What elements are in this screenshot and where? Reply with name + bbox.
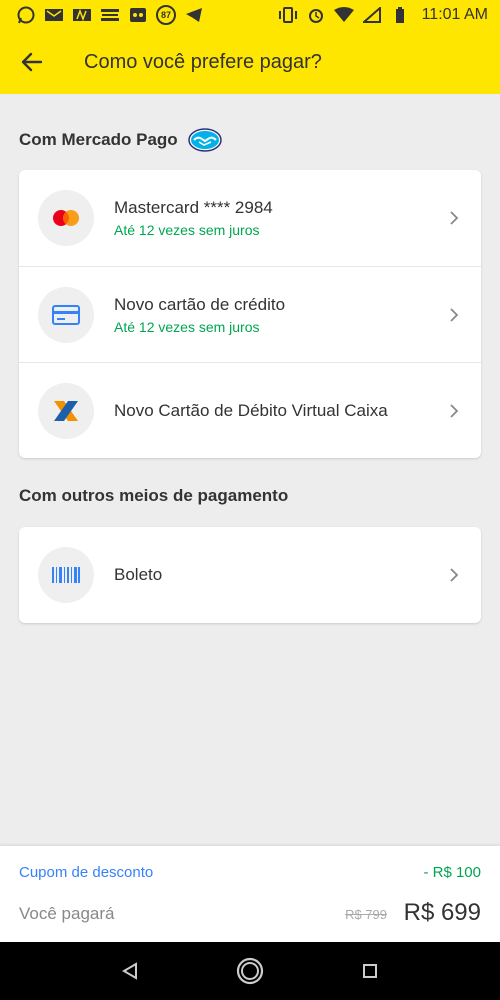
status-bar: 87 11:01 AM: [0, 0, 500, 30]
status-system: 11:01 AM: [278, 6, 488, 24]
option-title: Boleto: [114, 565, 163, 584]
payment-option-new-credit-card[interactable]: Novo cartão de crédito Até 12 vezes sem …: [19, 266, 481, 362]
option-subtitle: Até 12 vezes sem juros: [114, 222, 260, 238]
nav-home-button[interactable]: [230, 951, 270, 991]
nav-back-button[interactable]: [110, 951, 150, 991]
notification-count-badge: 87: [156, 5, 176, 25]
alarm-icon: [306, 6, 326, 24]
wifi-icon: [333, 6, 354, 24]
section-title-text: Com Mercado Pago: [19, 130, 178, 149]
back-button[interactable]: [0, 30, 64, 94]
section-title-mercado-pago: Com Mercado Pago: [19, 128, 222, 152]
barcode-icon: [38, 547, 94, 603]
coupon-discount-value: - R$ 100: [423, 864, 481, 881]
total-label: Você pagará: [19, 904, 115, 923]
payment-summary-footer: Cupom de desconto - R$ 100 Você pagará R…: [0, 846, 500, 942]
mastercard-icon: [38, 190, 94, 246]
chevron-right-icon: [450, 211, 459, 225]
status-time: 11:01 AM: [421, 6, 488, 23]
section-title-text: Com outros meios de pagamento: [19, 486, 289, 505]
triangle-back-icon: [122, 962, 137, 980]
option-subtitle: Até 12 vezes sem juros: [114, 318, 260, 335]
caixa-logo-icon: [38, 382, 94, 439]
battery-icon: [390, 6, 410, 24]
payment-option-boleto[interactable]: Boleto: [19, 527, 481, 623]
telegram-icon: [184, 6, 204, 24]
payment-option-caixa-debit[interactable]: Novo Cartão de Débito Virtual Caixa: [19, 362, 481, 458]
chevron-right-icon: [450, 403, 459, 418]
nav-recents-button[interactable]: [350, 951, 390, 991]
message-icon: [44, 6, 64, 24]
app-icon: [128, 6, 148, 24]
chevron-right-icon: [450, 568, 459, 582]
square-recents-icon: [363, 964, 377, 978]
mercado-pago-logo-icon: [187, 128, 222, 152]
app-header: Como você prefere pagar?: [0, 30, 500, 94]
original-price: R$ 799: [345, 907, 387, 922]
coupon-link[interactable]: Cupom de desconto: [19, 864, 153, 881]
bank-icon: [100, 6, 120, 24]
vibrate-icon: [278, 6, 298, 24]
arrow-back-icon: [21, 52, 43, 72]
option-title: Mastercard **** 2984: [114, 198, 273, 217]
credit-card-icon: [38, 286, 94, 343]
chevron-right-icon: [450, 307, 459, 322]
nubank-icon: [72, 6, 92, 24]
other-methods-card: Boleto: [19, 527, 481, 623]
section-title-other-methods: Com outros meios de pagamento: [19, 486, 288, 506]
whatsapp-icon: [16, 6, 36, 24]
system-nav-bar: [0, 942, 500, 1000]
signal-icon: [362, 6, 382, 24]
option-title: Novo Cartão de Débito Virtual Caixa: [114, 400, 388, 420]
payment-option-mastercard[interactable]: Mastercard **** 2984 Até 12 vezes sem ju…: [19, 170, 481, 266]
final-price: R$ 699: [403, 899, 481, 926]
option-title: Novo cartão de crédito: [114, 294, 286, 314]
circle-home-icon: [236, 957, 264, 985]
page-title: Como você prefere pagar?: [84, 50, 322, 73]
mercado-pago-card: Mastercard **** 2984 Até 12 vezes sem ju…: [19, 170, 481, 458]
status-notifications: 87: [16, 5, 204, 25]
